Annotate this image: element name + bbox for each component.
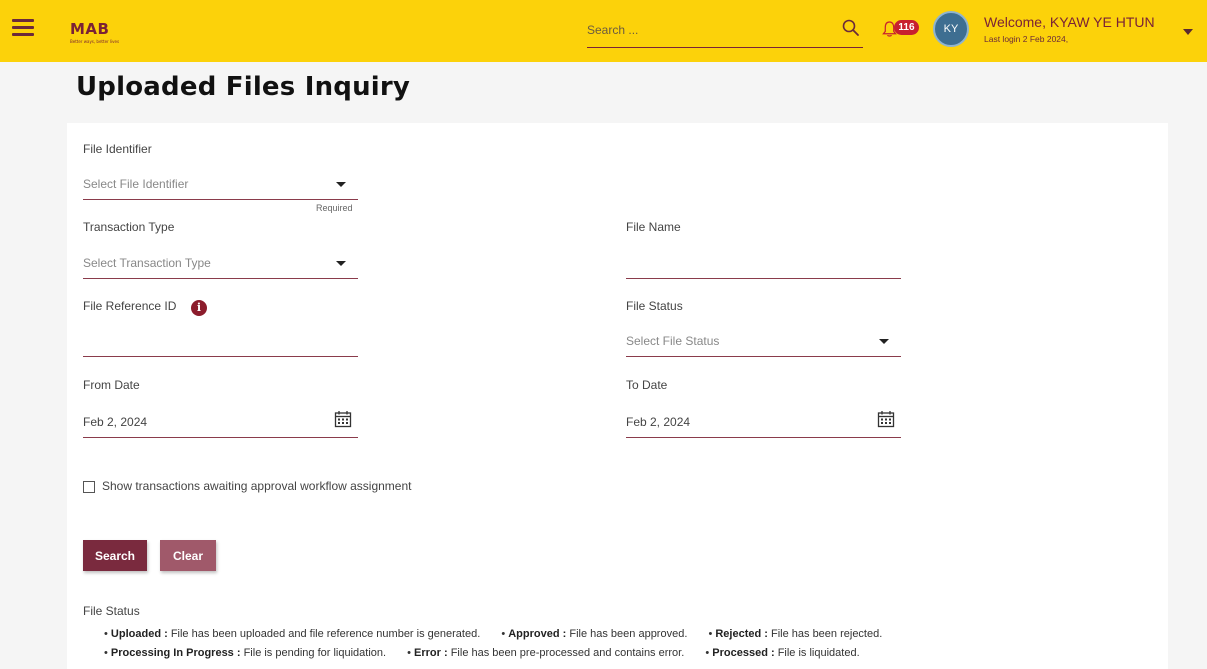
notifications-button[interactable]: 116 [882,17,922,41]
file-status-select[interactable]: Select File Status [626,327,901,357]
legend-desc-uploaded: File has been uploaded and file referenc… [167,628,481,640]
search-icon[interactable] [841,18,861,38]
awaiting-approval-checkbox-label[interactable]: Show transactions awaiting approval work… [102,479,412,493]
to-date-label: To Date [626,378,668,392]
file-reference-id-field[interactable] [83,327,358,357]
file-name-label: File Name [626,220,681,234]
legend-desc-processing: File is pending for liquidation. [240,647,387,659]
menu-icon[interactable] [12,19,34,37]
file-identifier-label: File Identifier [83,142,152,156]
avatar[interactable]: KY [933,11,969,47]
chevron-down-icon [879,339,889,344]
legend-desc-error: File has been pre-processed and contains… [447,647,685,659]
chevron-down-icon [336,182,346,187]
to-date-field[interactable]: Feb 2, 2024 [626,408,901,438]
file-reference-id-label: File Reference ID [83,299,177,313]
clear-button[interactable]: Clear [160,540,216,571]
logo-tagline: Better ways, better lives [70,39,120,44]
legend-term-uploaded: Uploaded : [110,628,168,640]
transaction-type-placeholder: Select Transaction Type [83,256,211,270]
global-search [587,14,863,48]
welcome-text: Welcome, KYAW YE HTUN [984,14,1155,30]
info-icon[interactable]: i [191,300,207,316]
to-date-value: Feb 2, 2024 [626,415,691,429]
legend-desc-processed: File is liquidated. [774,647,860,659]
legend-term-rejected: Rejected : [715,628,768,640]
from-date-value: Feb 2, 2024 [83,415,148,429]
logo-text: MAB [70,20,110,38]
chevron-down-icon [336,261,346,266]
user-menu-chevron-down-icon[interactable] [1183,29,1193,35]
page-title: Uploaded Files Inquiry [76,72,411,102]
file-status-legend-title: File Status [83,604,140,618]
file-status-label: File Status [626,299,683,313]
file-identifier-required-hint: Required [316,203,353,213]
from-date-field[interactable]: Feb 2, 2024 [83,408,358,438]
calendar-icon[interactable] [877,410,895,428]
inquiry-form-card [67,123,1168,669]
legend-desc-approved: File has been approved. [566,628,688,640]
search-input[interactable] [587,20,817,40]
file-name-field[interactable] [626,249,901,279]
last-login-text: Last login 2 Feb 2024, [984,34,1069,44]
file-status-legend-line-1: • Uploaded : File has been uploaded and … [104,628,883,640]
legend-term-approved: Approved : [508,628,567,640]
awaiting-approval-checkbox[interactable] [83,481,95,493]
transaction-type-label: Transaction Type [83,220,175,234]
top-bar: MAB Better ways, better lives 116 KY Wel… [0,0,1207,62]
legend-desc-rejected: File has been rejected. [767,628,883,640]
legend-term-error: Error : [414,647,448,659]
from-date-label: From Date [83,378,140,392]
transaction-type-select[interactable]: Select Transaction Type [83,249,358,279]
legend-term-processed: Processed : [712,647,775,659]
file-status-placeholder: Select File Status [626,334,720,348]
file-status-legend-line-2: • Processing In Progress : File is pendi… [104,647,860,659]
legend-term-processing: Processing In Progress : [110,647,241,659]
logo[interactable]: MAB Better ways, better lives [70,20,119,44]
notification-badge: 116 [894,20,919,35]
file-identifier-select[interactable]: Select File Identifier [83,170,358,200]
file-identifier-placeholder: Select File Identifier [83,177,189,191]
calendar-icon[interactable] [334,410,352,428]
search-button[interactable]: Search [83,540,147,571]
